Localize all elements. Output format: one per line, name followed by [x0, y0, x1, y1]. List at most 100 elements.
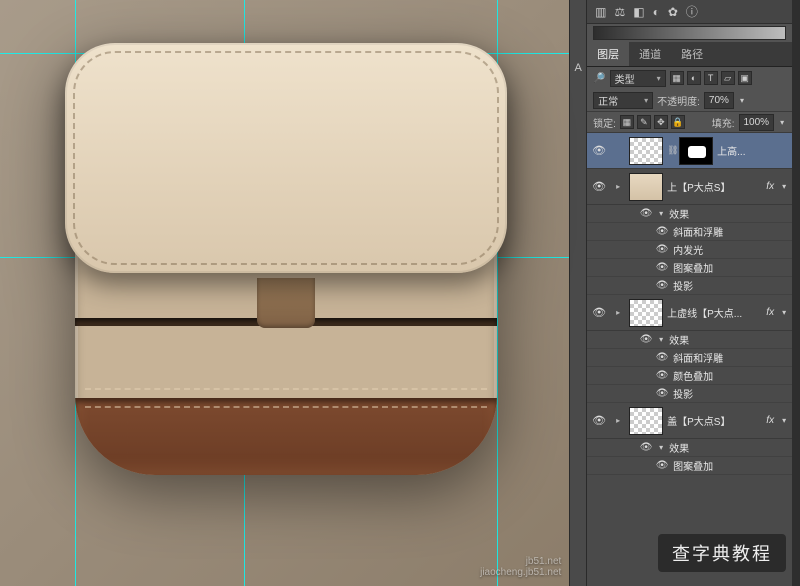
filter-type-icon[interactable]: T — [704, 71, 718, 85]
fx-badge[interactable]: fx — [766, 415, 776, 426]
layer-thumbnail[interactable] — [629, 407, 663, 435]
visibility-eye-icon[interactable]: 👁 — [639, 207, 653, 221]
fx-badge[interactable]: fx — [766, 307, 776, 318]
layer-row[interactable]: 👁 ▸ 上虚线【P大点... fx ▾ — [587, 295, 792, 331]
lock-transparent-icon[interactable]: ▦ — [620, 115, 634, 129]
effect-item[interactable]: 👁 颜色叠加 — [587, 367, 792, 385]
chevron-down-icon[interactable]: ▾ — [780, 416, 788, 425]
filter-shape-icon[interactable]: ▱ — [721, 71, 735, 85]
tab-paths[interactable]: 路径 — [671, 42, 713, 66]
balance-icon[interactable]: ⚖ — [614, 5, 625, 19]
document-canvas[interactable]: jb51.net jiaocheng.jb51.net — [0, 0, 569, 586]
effect-name: 斜面和浮雕 — [673, 350, 792, 365]
effect-name: 斜面和浮雕 — [673, 224, 792, 239]
adjust-icon[interactable]: ◐ — [653, 5, 660, 19]
effect-name: 投影 — [673, 278, 792, 293]
fx-badge[interactable]: fx — [766, 181, 776, 192]
swatch-icon[interactable]: ◧ — [633, 5, 644, 19]
info-icon[interactable]: ⓘ — [686, 3, 698, 20]
effect-item[interactable]: 👁 投影 — [587, 385, 792, 403]
lock-move-icon[interactable]: ✥ — [654, 115, 668, 129]
histogram-icon[interactable]: ▥ — [595, 5, 606, 19]
chevron-down-icon[interactable]: ▾ — [657, 443, 665, 452]
overlay-caption: 查字典教程 — [658, 534, 786, 572]
panel-icon-strip: ▥ ⚖ ◧ ◐ ✿ ⓘ — [587, 0, 792, 24]
effects-header[interactable]: 👁 ▾ 效果 — [587, 205, 792, 223]
visibility-eye-icon[interactable]: 👁 — [591, 413, 607, 429]
filter-adjust-icon[interactable]: ◐ — [687, 71, 701, 85]
visibility-eye-icon[interactable]: 👁 — [655, 225, 669, 239]
filter-kind-dropdown[interactable]: 类型 — [610, 70, 666, 87]
tab-layers[interactable]: 图层 — [587, 42, 629, 66]
layer-name[interactable]: 上【P大点S】 — [667, 179, 762, 194]
search-icon[interactable]: 🔎 — [593, 73, 605, 84]
effect-item[interactable]: 👁 投影 — [587, 277, 792, 295]
chevron-down-icon[interactable]: ▾ — [657, 209, 665, 218]
chevron-down-icon[interactable]: ▾ — [657, 335, 665, 344]
layer-row[interactable]: 👁 ▸ 上【P大点S】 fx ▾ — [587, 169, 792, 205]
visibility-eye-icon[interactable]: 👁 — [655, 279, 669, 293]
gradient-preview[interactable] — [593, 26, 786, 40]
layer-mask-thumbnail[interactable] — [679, 137, 713, 165]
layer-thumbnail[interactable] — [629, 137, 663, 165]
shapes-icon[interactable]: ✿ — [668, 5, 678, 19]
chevron-down-icon[interactable]: ▾ — [778, 118, 786, 127]
expand-toggle[interactable]: ▸ — [611, 182, 625, 191]
visibility-eye-icon[interactable]: 👁 — [655, 351, 669, 365]
effect-name: 内发光 — [673, 242, 792, 257]
effect-item[interactable]: 👁 斜面和浮雕 — [587, 223, 792, 241]
chevron-down-icon[interactable]: ▾ — [738, 96, 746, 105]
effect-item[interactable]: 👁 内发光 — [587, 241, 792, 259]
chevron-down-icon[interactable]: ▾ — [780, 182, 788, 191]
lock-brush-icon[interactable]: ✎ — [637, 115, 651, 129]
toolbar-vertical[interactable]: A — [569, 0, 587, 586]
layer-name[interactable]: 盖【P大点S】 — [667, 413, 762, 428]
layer-row[interactable]: 👁 ▸ 盖【P大点S】 fx ▾ — [587, 403, 792, 439]
visibility-eye-icon[interactable]: 👁 — [591, 305, 607, 321]
effect-item[interactable]: 👁图案叠加 — [587, 259, 792, 277]
fill-label: 填充: — [712, 115, 735, 130]
effect-item[interactable]: 👁 斜面和浮雕 — [587, 349, 792, 367]
opacity-label: 不透明度: — [657, 93, 700, 108]
visibility-eye-icon[interactable]: 👁 — [639, 333, 653, 347]
visibility-eye-icon[interactable]: 👁 — [655, 261, 669, 275]
filter-smart-icon[interactable]: ▣ — [738, 71, 752, 85]
lock-all-icon[interactable]: 🔒 — [671, 115, 685, 129]
effect-name: 投影 — [673, 386, 792, 401]
expand-toggle[interactable]: ▸ — [611, 308, 625, 317]
layer-name[interactable]: 上虚线【P大点... — [667, 305, 762, 320]
effects-header[interactable]: 👁▾效果 — [587, 331, 792, 349]
fill-value[interactable]: 100% — [739, 114, 775, 131]
expand-toggle[interactable]: ▸ — [611, 416, 625, 425]
tab-channels[interactable]: 通道 — [629, 42, 671, 66]
chevron-down-icon[interactable]: ▾ — [780, 308, 788, 317]
blend-mode-dropdown[interactable]: 正常 — [593, 92, 653, 109]
stitch-line — [85, 388, 487, 390]
effect-name: 效果 — [669, 206, 792, 221]
icon-flap — [65, 43, 507, 273]
layer-thumbnail[interactable] — [629, 299, 663, 327]
visibility-eye-icon[interactable]: 👁 — [655, 369, 669, 383]
effects-header[interactable]: 👁 ▾ 效果 — [587, 439, 792, 457]
visibility-eye-icon[interactable]: 👁 — [655, 459, 669, 473]
opacity-value[interactable]: 70% — [704, 92, 734, 109]
visibility-eye-icon[interactable]: 👁 — [655, 243, 669, 257]
panels-area: ▥ ⚖ ◧ ◐ ✿ ⓘ 图层 通道 路径 🔎 类型 ▦ ◐ T ▱ ▣ 正常 不… — [587, 0, 792, 586]
visibility-eye-icon[interactable]: 👁 — [655, 387, 669, 401]
layers-list[interactable]: 👁⛓上高...👁▸上【P大点S】fx▾👁▾效果👁斜面和浮雕👁内发光👁图案叠加👁投… — [587, 133, 792, 586]
effect-item[interactable]: 👁图案叠加 — [587, 457, 792, 475]
watermark-line: jiaocheng.jb51.net — [480, 567, 561, 578]
layer-name[interactable]: 上高... — [717, 143, 788, 158]
mask-link-icon[interactable]: ⛓ — [667, 145, 675, 156]
watermark-line: jb51.net — [480, 556, 561, 567]
effect-name: 效果 — [669, 440, 792, 455]
type-tool-icon[interactable]: A — [570, 60, 586, 76]
visibility-eye-icon[interactable]: 👁 — [591, 179, 607, 195]
filter-pixel-icon[interactable]: ▦ — [670, 71, 684, 85]
layer-row[interactable]: 👁 ⛓ 上高... — [587, 133, 792, 169]
stitch-line — [85, 406, 487, 408]
visibility-eye-icon[interactable]: 👁 — [591, 143, 607, 159]
layer-thumbnail[interactable] — [629, 173, 663, 201]
visibility-eye-icon[interactable]: 👁 — [639, 441, 653, 455]
effect-name: 颜色叠加 — [673, 368, 792, 383]
